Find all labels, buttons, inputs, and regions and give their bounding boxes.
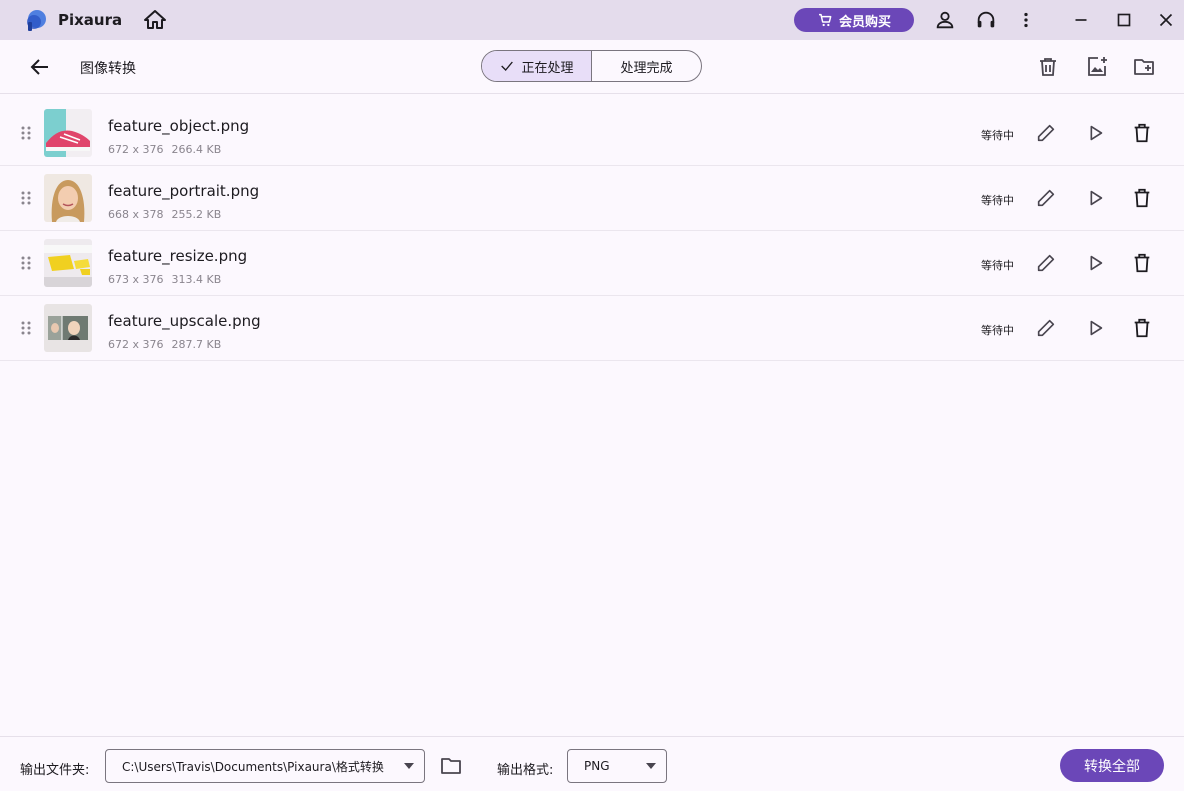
file-dimensions: 672 x 376	[108, 338, 164, 351]
file-name: feature_upscale.png	[108, 312, 261, 330]
output-format-label: 输出格式:	[497, 763, 554, 778]
file-size: 313.4 KB	[171, 273, 222, 286]
cart-icon	[818, 13, 832, 27]
headset-icon[interactable]	[975, 9, 997, 31]
output-folder-label: 输出文件夹:	[20, 763, 90, 778]
output-format-value: PNG	[584, 759, 610, 773]
file-list: feature_object.png 672 x 376 266.4 KB 等待中	[0, 101, 1184, 361]
app-name: Pixaura	[58, 11, 123, 29]
file-name: feature_object.png	[108, 117, 250, 135]
tab-processing-label: 正在处理	[521, 60, 574, 76]
status-label: 等待中	[981, 324, 1014, 337]
page-title: 图像转换	[80, 61, 136, 77]
output-folder-value: C:\Users\Travis\Documents\Pixaura\格式转换	[122, 759, 384, 774]
edit-icon[interactable]	[1035, 122, 1057, 144]
edit-icon[interactable]	[1035, 252, 1057, 274]
play-icon[interactable]	[1084, 252, 1106, 274]
file-meta: 673 x 376 313.4 KB	[108, 273, 221, 286]
delete-icon[interactable]	[1131, 317, 1153, 339]
drag-handle-icon[interactable]	[20, 125, 32, 141]
status-label: 等待中	[981, 259, 1014, 272]
file-row[interactable]: feature_object.png 672 x 376 266.4 KB 等待中	[0, 101, 1184, 166]
status-segmented-control: 正在处理 处理完成	[481, 50, 702, 82]
add-folder-icon[interactable]	[1132, 55, 1156, 79]
file-name: feature_resize.png	[108, 247, 248, 265]
drag-handle-icon[interactable]	[20, 320, 32, 336]
vip-purchase-button[interactable]: 会员购买	[794, 8, 914, 32]
chevron-down-icon	[404, 763, 414, 769]
footer-bar: 输出文件夹: C:\Users\Travis\Documents\Pixaura…	[0, 736, 1184, 791]
file-row[interactable]: feature_portrait.png 668 x 378 255.2 KB 等…	[0, 166, 1184, 231]
status-label: 等待中	[981, 194, 1014, 207]
minimize-icon[interactable]	[1070, 9, 1092, 31]
file-row[interactable]: feature_resize.png 673 x 376 313.4 KB 等待中	[0, 231, 1184, 296]
photo-compare-thumbnail	[44, 304, 92, 352]
delete-icon[interactable]	[1131, 187, 1153, 209]
tab-completed[interactable]: 处理完成	[592, 51, 701, 81]
title-bar: Pixaura 会员购买	[0, 0, 1184, 40]
output-folder-select[interactable]: C:\Users\Travis\Documents\Pixaura\格式转换	[105, 749, 425, 783]
delete-icon[interactable]	[1131, 252, 1153, 274]
check-icon	[501, 61, 514, 71]
play-icon[interactable]	[1084, 187, 1106, 209]
file-size: 266.4 KB	[171, 143, 222, 156]
play-icon[interactable]	[1084, 122, 1106, 144]
file-size: 255.2 KB	[171, 208, 222, 221]
file-dimensions: 668 x 378	[108, 208, 164, 221]
folder-icon[interactable]	[439, 754, 463, 778]
app-logo-icon	[27, 10, 46, 31]
file-dimensions: 673 x 376	[108, 273, 164, 286]
more-vert-icon[interactable]	[1015, 9, 1037, 31]
toolbar: 图像转换 正在处理 处理完成	[0, 40, 1184, 94]
delete-icon[interactable]	[1131, 122, 1153, 144]
convert-all-button[interactable]: 转换全部	[1060, 749, 1164, 782]
drag-handle-icon[interactable]	[20, 190, 32, 206]
edit-icon[interactable]	[1035, 187, 1057, 209]
status-label: 等待中	[981, 129, 1014, 142]
user-icon[interactable]	[934, 9, 956, 31]
maximize-icon[interactable]	[1113, 9, 1135, 31]
tab-processing[interactable]: 正在处理	[482, 51, 592, 81]
play-icon[interactable]	[1084, 317, 1106, 339]
output-format-select[interactable]: PNG	[567, 749, 667, 783]
home-icon[interactable]	[143, 8, 167, 32]
close-icon[interactable]	[1155, 9, 1177, 31]
portrait-thumbnail	[44, 174, 92, 222]
yellow-object-thumbnail	[44, 239, 92, 287]
edit-icon[interactable]	[1035, 317, 1057, 339]
file-dimensions: 672 x 376	[108, 143, 164, 156]
arrow-back-icon[interactable]	[28, 55, 52, 79]
trash-icon[interactable]	[1036, 55, 1060, 79]
file-row[interactable]: feature_upscale.png 672 x 376 287.7 KB 等待…	[0, 296, 1184, 361]
file-meta: 672 x 376 287.7 KB	[108, 338, 221, 351]
file-meta: 672 x 376 266.4 KB	[108, 143, 221, 156]
file-size: 287.7 KB	[171, 338, 222, 351]
add-image-icon[interactable]	[1085, 55, 1109, 79]
tab-completed-label: 处理完成	[620, 60, 673, 76]
shoe-thumbnail	[44, 109, 92, 157]
file-name: feature_portrait.png	[108, 182, 260, 200]
drag-handle-icon[interactable]	[20, 255, 32, 271]
file-meta: 668 x 378 255.2 KB	[108, 208, 221, 221]
vip-label: 会员购买	[838, 14, 891, 30]
chevron-down-icon	[646, 763, 656, 769]
